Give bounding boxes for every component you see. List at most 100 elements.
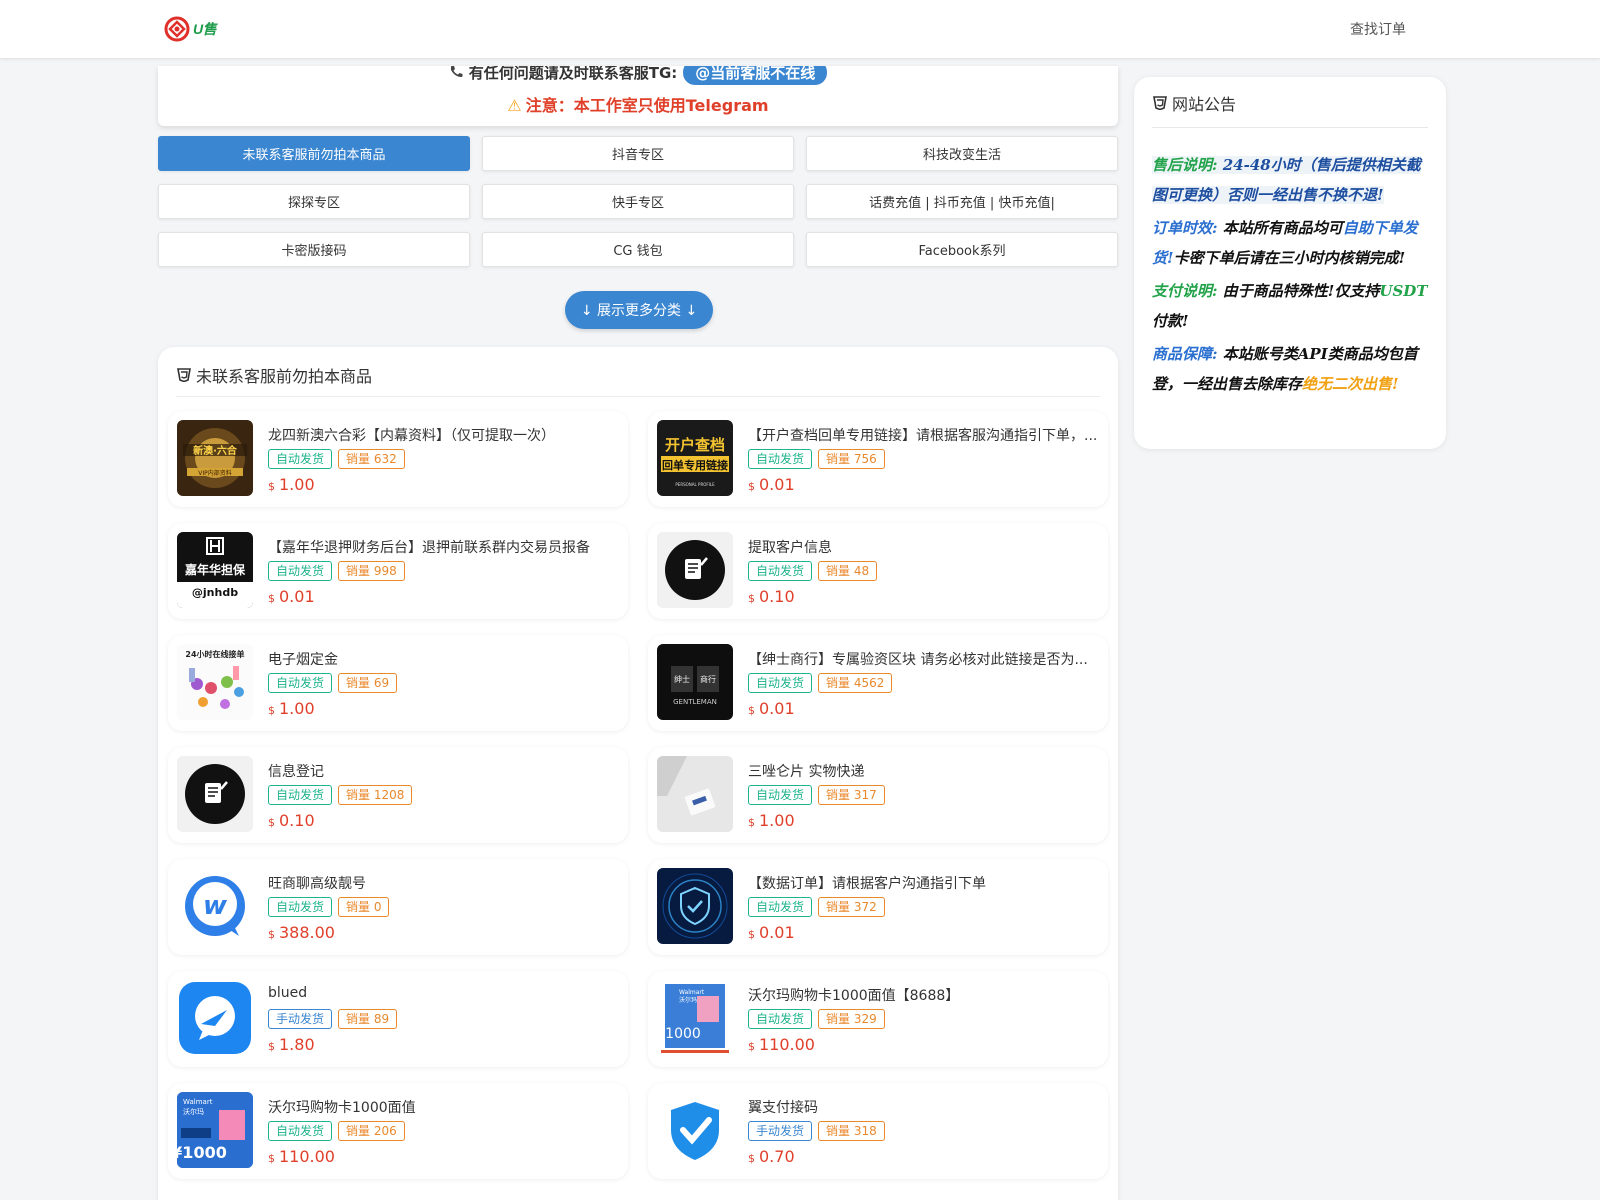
svg-text:w: w [203, 891, 228, 921]
sales-badge: 销量 4562 [818, 673, 893, 693]
delivery-badge: 自动发货 [748, 561, 813, 581]
category-button[interactable]: 话费充值 | 抖币充值 | 快币充值| [806, 184, 1118, 219]
product-card[interactable]: blued 手动发货 销量 89 $1.80 [168, 971, 628, 1067]
category-button[interactable]: 科技改变生活 [806, 136, 1118, 171]
category-button[interactable]: 卡密版接码 [158, 232, 470, 267]
svg-text:1000: 1000 [665, 1026, 701, 1042]
product-thumbnail[interactable] [657, 532, 733, 608]
product-title[interactable]: 旺商聊高级靓号 [268, 873, 618, 893]
product-price: $388.00 [268, 923, 335, 942]
product-title[interactable]: 龙四新澳六合彩【内幕资料】（仅可提取一次） [268, 425, 618, 445]
product-title[interactable]: 信息登记 [268, 761, 618, 781]
product-card[interactable]: w 旺商聊高级靓号 自动发货 销量 0 $388.00 [168, 859, 628, 955]
product-card[interactable]: 24小时在线接单 电子烟定金 自动发货 销量 69 $1.00 [168, 635, 628, 731]
product-title[interactable]: 提取客户信息 [748, 537, 1098, 557]
currency-symbol: $ [268, 1040, 275, 1053]
product-title[interactable]: 【嘉年华退押财务后台】退押前联系群内交易员报备 [268, 537, 618, 557]
product-card[interactable]: 【数据订单】请根据客户沟通指引下单 自动发货 销量 372 $0.01 [648, 859, 1108, 955]
currency-symbol: $ [748, 1152, 755, 1165]
product-title[interactable]: 【开户查档回单专用链接】请根据客服沟通指引下单，... [748, 425, 1098, 445]
payment-text-a: 由于商品特殊性!仅支持 [1217, 282, 1380, 300]
product-tags: 自动发货 销量 372 [748, 897, 885, 917]
price-value: 1.00 [279, 475, 315, 494]
product-title[interactable]: 沃尔玛购物卡1000面值 [268, 1097, 618, 1117]
product-thumbnail[interactable]: 24小时在线接单 [177, 644, 253, 720]
customer-service-badge[interactable]: @当前客服不在线 [683, 66, 828, 85]
product-thumbnail[interactable]: 开户查档 回单专用链接 PERSONAL PROFILE [657, 420, 733, 496]
product-title[interactable]: 【数据订单】请根据客户沟通指引下单 [748, 873, 1098, 893]
product-title[interactable]: 三唑仑片 实物快递 [748, 761, 1098, 781]
product-title[interactable]: 【绅士商行】专属验资区块 请务必核对此链接是否为... [748, 649, 1098, 669]
product-thumbnail[interactable]: Walmart 沃尔玛 1000 [657, 980, 733, 1056]
category-button[interactable]: Facebook系列 [806, 232, 1118, 267]
find-order-link[interactable]: 查找订单 [1350, 19, 1406, 39]
product-card[interactable]: 信息登记 自动发货 销量 1208 $0.10 [168, 747, 628, 843]
product-thumbnail[interactable]: 新澳·六合 VIP内部资料 [177, 420, 253, 496]
currency-symbol: $ [268, 928, 275, 941]
product-tags: 自动发货 销量 632 [268, 449, 405, 469]
payment-text-b: 付款! [1152, 311, 1189, 330]
product-card[interactable]: 提取客户信息 自动发货 销量 48 $0.10 [648, 523, 1108, 619]
product-card[interactable]: 三唑仑片 实物快递 自动发货 销量 317 $1.00 [648, 747, 1108, 843]
order-timing-text-a: 本站所有商品均可 [1217, 219, 1343, 237]
product-thumbnail[interactable]: 嘉年华担保 @jnhdb [177, 532, 253, 608]
product-price: $110.00 [748, 1035, 815, 1054]
product-card[interactable]: Walmart 沃尔玛 1000 沃尔玛购物卡1000面值【8688】 自动发货 销量 3… [648, 971, 1108, 1067]
notice-card: 有任何问题请及时联系客服TG: @当前客服不在线 ⚠ 注意：本工作室只使用Teleg… [158, 66, 1118, 126]
product-tags: 自动发货 销量 206 [268, 1121, 405, 1141]
product-card[interactable]: 翼支付接码 手动发货 销量 318 $0.70 [648, 1083, 1108, 1179]
product-card[interactable]: 绅士 商行 GENTLEMAN 【绅士商行】专属验资区块 请务必核对此链接是否为...… [648, 635, 1108, 731]
show-more-categories-button[interactable]: ↓ 展示更多分类 ↓ [565, 291, 713, 329]
product-price: $0.01 [748, 923, 795, 942]
product-thumbnail[interactable] [657, 868, 733, 944]
svg-text:24小时在线接单: 24小时在线接单 [185, 649, 244, 659]
announcement-title: 网站公告 [1152, 91, 1236, 115]
order-timing-paragraph: 订单时效: 本站所有商品均可自助下单发货!卡密下单后请在三小时内核销完成! [1152, 214, 1432, 273]
category-grid: 未联系客服前勿拍本商品 抖音专区 科技改变生活探探专区 快手专区 话费充值 | 抖币充值… [158, 136, 1118, 267]
category-button[interactable]: 探探专区 [158, 184, 470, 219]
product-thumbnail[interactable] [657, 756, 733, 832]
product-thumbnail[interactable]: w [177, 868, 253, 944]
product-thumbnail[interactable] [177, 980, 253, 1056]
product-title[interactable]: blued [268, 985, 618, 1001]
product-tags: 自动发货 销量 317 [748, 785, 885, 805]
sales-badge: 销量 998 [338, 561, 405, 581]
category-button[interactable]: 未联系客服前勿拍本商品 [158, 136, 470, 171]
product-thumbnail[interactable] [657, 1092, 733, 1168]
product-thumbnail[interactable] [177, 756, 253, 832]
no-resale-text: 绝无二次出售! [1302, 374, 1399, 393]
currency-symbol: $ [748, 928, 755, 941]
delivery-badge: 自动发货 [268, 449, 333, 469]
product-price: $1.00 [268, 699, 315, 718]
product-price: $1.00 [748, 811, 795, 830]
price-value: 1.00 [759, 811, 795, 830]
product-card[interactable]: 新澳·六合 VIP内部资料 龙四新澳六合彩【内幕资料】（仅可提取一次） 自动发货 销量 … [168, 411, 628, 507]
svg-text:新澳·六合: 新澳·六合 [193, 444, 238, 457]
svg-text:嘉年华担保: 嘉年华担保 [184, 562, 246, 577]
category-button[interactable]: 快手专区 [482, 184, 794, 219]
product-thumbnail[interactable]: Walmart沃尔玛 ¥1000 [177, 1092, 253, 1168]
product-price: $1.80 [268, 1035, 315, 1054]
price-value: 0.01 [759, 475, 795, 494]
product-card[interactable]: 嘉年华担保 @jnhdb 【嘉年华退押财务后台】退押前联系群内交易员报备 自动发货 销量… [168, 523, 628, 619]
product-card[interactable]: Walmart沃尔玛¥1000沃尔玛购物卡1000面值自动发货销量 206$11… [168, 1083, 628, 1179]
category-button[interactable]: 抖音专区 [482, 136, 794, 171]
product-card[interactable]: 开户查档 回单专用链接 PERSONAL PROFILE 【开户查档回单专用链接】请根… [648, 411, 1108, 507]
delivery-badge: 自动发货 [268, 1121, 333, 1141]
site-logo[interactable]: U售 [164, 16, 217, 42]
currency-symbol: $ [748, 704, 755, 717]
category-button[interactable]: CG 钱包 [482, 232, 794, 267]
product-title[interactable]: 翼支付接码 [748, 1097, 1098, 1117]
product-title[interactable]: 沃尔玛购物卡1000面值【8688】 [748, 985, 1098, 1005]
order-timing-label: 订单时效: [1152, 219, 1218, 237]
contact-text: 有任何问题请及时联系客服TG: [468, 66, 678, 82]
svg-text:Walmart: Walmart [679, 989, 705, 996]
sales-badge: 销量 632 [338, 449, 405, 469]
product-tags: 自动发货 销量 329 [748, 1009, 885, 1029]
product-tags: 自动发货 销量 756 [748, 449, 885, 469]
product-thumbnail[interactable]: 绅士 商行 GENTLEMAN [657, 644, 733, 720]
sales-badge: 销量 1208 [338, 785, 413, 805]
price-value: 0.10 [759, 587, 795, 606]
product-title[interactable]: 电子烟定金 [268, 649, 618, 669]
delivery-badge: 自动发货 [268, 897, 333, 917]
